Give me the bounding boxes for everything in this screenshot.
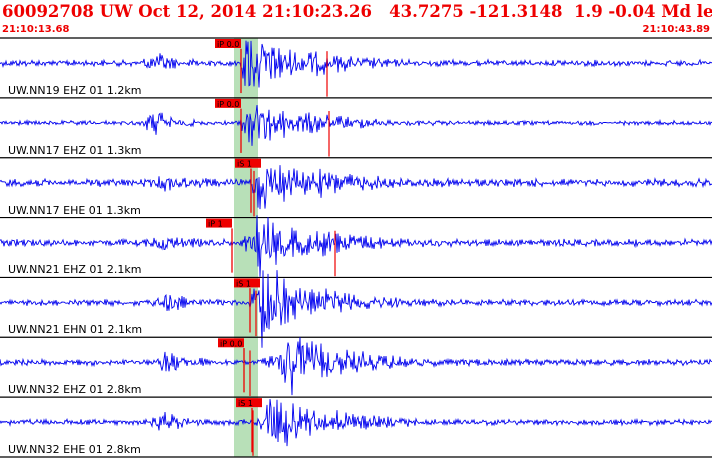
pick-flag[interactable]: iP 0.0 bbox=[215, 39, 241, 49]
pick-flag-label: iS 1 bbox=[238, 399, 253, 408]
pick-flag-label: iP 0.0 bbox=[217, 40, 239, 49]
trace-label: UW.NN17 EHZ 01 1.3km bbox=[8, 143, 142, 157]
end-time-label: 21:10:43.89 bbox=[642, 24, 710, 35]
pick-flag-label: iS 1 bbox=[236, 279, 251, 288]
pick-flag-label: iS 1 bbox=[237, 160, 252, 169]
trace-label: UW.NN32 EHE 01 2.8km bbox=[8, 443, 141, 456]
waveform bbox=[0, 104, 712, 146]
waveform bbox=[0, 40, 712, 88]
trace-label: UW.NN21 EHN 01 2.1km bbox=[8, 323, 143, 337]
pick-flag[interactable]: iP 0.0 bbox=[215, 98, 241, 109]
waveform bbox=[0, 399, 712, 447]
trace-label: UW.NN21 EHZ 01 2.1km bbox=[8, 263, 142, 277]
trace-label: UW.NN17 EHE 01 1.3km bbox=[8, 203, 141, 217]
pick-flag[interactable]: iS 1 bbox=[235, 158, 261, 169]
pick-flag[interactable]: iS 1 bbox=[236, 398, 262, 408]
waveform bbox=[0, 165, 712, 210]
pick-flag[interactable]: iP 1 bbox=[206, 218, 232, 229]
pick-flag-label: iP 1 bbox=[208, 220, 223, 229]
pick-flag[interactable]: iS 1 bbox=[234, 278, 260, 288]
pick-flag[interactable]: iP 0.0 bbox=[218, 338, 244, 348]
pick-flag-label: iP 0.0 bbox=[220, 339, 242, 348]
event-header: 60092708 UW Oct 12, 2014 21:10:23.26 43.… bbox=[2, 2, 712, 21]
trace-label: UW.NN32 EHZ 01 2.8km bbox=[8, 383, 142, 397]
pick-flag-label: iP 0.0 bbox=[217, 100, 239, 109]
trace-label: UW.NN19 EHZ 01 1.2km bbox=[8, 83, 142, 97]
start-time-label: 21:10:13.68 bbox=[2, 24, 70, 35]
seismogram-viewer: iP 0.0 iP 0.0 iS 1 iP 1 iS 1 iP 0.0 iS 1 60092… bbox=[0, 0, 712, 458]
